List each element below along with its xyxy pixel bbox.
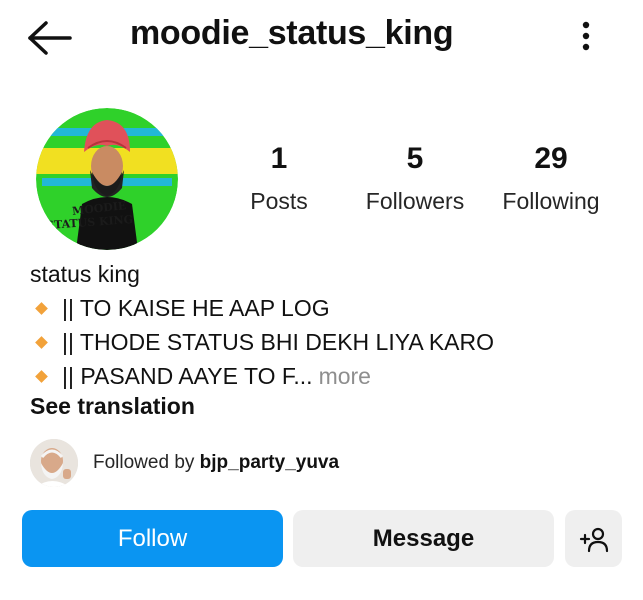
stat-posts-label: Posts — [250, 188, 308, 214]
see-translation-link[interactable]: See translation — [30, 393, 195, 420]
arrow-left-icon — [28, 21, 72, 55]
follow-button[interactable]: Follow — [22, 510, 283, 567]
bio-line-text: || THODE STATUS BHI DEKH LIYA KARO — [62, 329, 495, 355]
profile-display-name: status king — [30, 261, 140, 287]
more-options-button[interactable] — [574, 18, 598, 58]
bio-line: || THODE STATUS BHI DEKH LIYA KARO — [30, 325, 630, 359]
bio-more-link[interactable]: more — [319, 359, 371, 393]
profile-avatar[interactable]: MOODIE STATUS KING — [36, 108, 178, 250]
diamond-bullet-icon — [35, 301, 48, 315]
message-button[interactable]: Message — [293, 510, 554, 567]
followed-by-user[interactable]: bjp_party_yuva — [200, 452, 339, 473]
stat-followers-value: 5 — [406, 142, 424, 175]
profile-username: moodie_status_king — [130, 14, 454, 52]
more-vertical-icon — [582, 21, 590, 51]
back-button[interactable] — [26, 20, 74, 56]
profile-header: moodie_status_king — [0, 0, 643, 78]
followed-by-text: Followed by bjp_party_yuva — [93, 452, 339, 474]
stat-following-value: 29 — [534, 142, 568, 175]
stat-followers-label: Followers — [365, 188, 465, 214]
suggested-accounts-button[interactable] — [565, 510, 622, 567]
profile-bio: status king || TO KAISE HE AAP LOG || TH… — [30, 257, 630, 393]
bio-line-text: || TO KAISE HE AAP LOG — [62, 295, 330, 321]
stat-following[interactable]: 29 Following — [486, 142, 616, 215]
mutual-follower-avatar — [30, 439, 78, 487]
stat-following-label: Following — [502, 188, 600, 214]
bio-line-text: || PASAND AAYE TO F... — [62, 363, 313, 389]
add-person-icon — [579, 527, 608, 552]
diamond-bullet-icon — [35, 369, 48, 383]
stat-posts[interactable]: 1 Posts — [214, 142, 344, 215]
bio-line: || TO KAISE HE AAP LOG — [30, 291, 630, 325]
followed-by-prefix: Followed by — [93, 452, 200, 473]
followed-by-row[interactable]: Followed by bjp_party_yuva — [30, 438, 590, 488]
stat-followers[interactable]: 5 Followers — [350, 142, 480, 215]
stat-posts-value: 1 — [270, 142, 288, 175]
bio-line: || PASAND AAYE TO F... more — [30, 359, 630, 393]
diamond-bullet-icon — [35, 335, 48, 349]
